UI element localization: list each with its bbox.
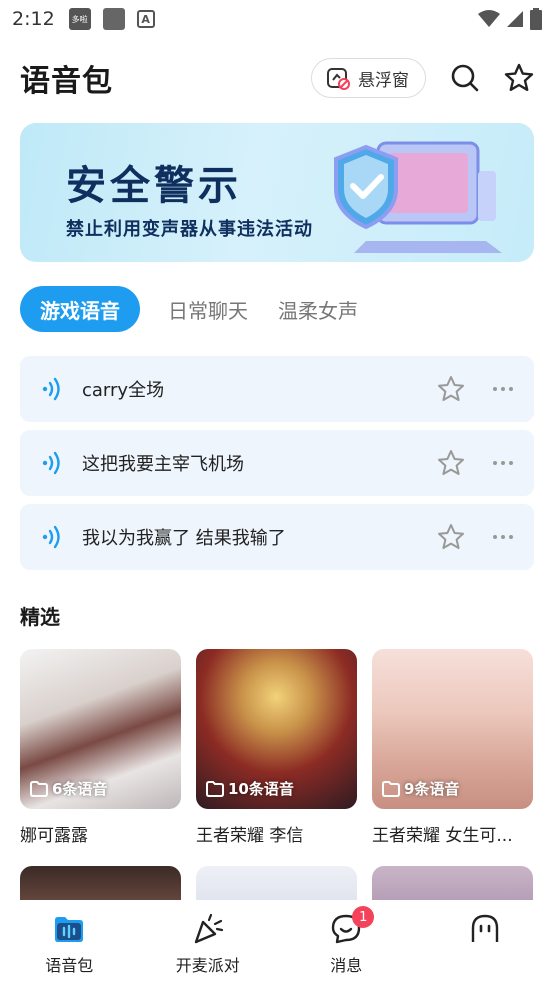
profile-icon <box>471 914 498 942</box>
card-cover-image: 9条语音 <box>372 649 533 809</box>
featured-grid: 6条语音 娜可露露 10条语音 王者荣耀 李信 9条语音 王者荣耀 女生可... <box>20 649 534 846</box>
more-dots-icon[interactable] <box>492 533 514 541</box>
status-bar: 2:12 多啦 A <box>0 0 554 38</box>
voice-count: 9条语音 <box>382 778 459 799</box>
star-icon <box>504 63 534 91</box>
voice-title: carry全场 <box>82 380 165 401</box>
voice-count-label: 9条语音 <box>404 780 460 798</box>
featured-section-title: 精选 <box>20 605 60 629</box>
safety-banner[interactable]: 安全警示 禁止利用变声器从事违法活动 <box>20 123 534 262</box>
party-icon <box>194 913 223 944</box>
folder-icon <box>30 780 48 797</box>
floating-window-label: 悬浮窗 <box>358 70 409 91</box>
voice-count: 6条语音 <box>30 778 107 799</box>
sound-wave-icon <box>42 377 60 401</box>
tabbar-label: 消息 <box>330 956 363 975</box>
tabbar-voice-pack[interactable]: 语音包 <box>0 900 139 984</box>
card-title: 王者荣耀 李信 <box>196 826 304 846</box>
card-title: 王者荣耀 女生可... <box>372 826 513 846</box>
unread-badge: 1 <box>352 906 375 928</box>
more-dots-icon[interactable] <box>492 459 514 467</box>
app-header: 语音包 悬浮窗 <box>0 52 554 104</box>
favorite-star-icon[interactable] <box>436 448 466 478</box>
battery-icon <box>530 8 542 30</box>
card-cover-image: 10条语音 <box>196 649 357 809</box>
sound-wave-icon <box>42 451 60 475</box>
search-icon <box>451 64 479 92</box>
card-title: 娜可露露 <box>20 826 88 846</box>
favorites-button[interactable] <box>504 63 534 93</box>
wifi-icon <box>478 10 500 27</box>
favorite-star-icon[interactable] <box>436 374 466 404</box>
voice-list: carry全场 这把我要主宰飞机场 我以为我赢了 结果我输了 <box>20 356 534 578</box>
floating-window-icon <box>327 68 350 90</box>
voice-item[interactable]: 这把我要主宰飞机场 <box>20 430 534 496</box>
sound-wave-icon <box>42 525 60 549</box>
card-cover-image: 6条语音 <box>20 649 181 809</box>
search-button[interactable] <box>450 63 480 93</box>
voice-item[interactable]: 我以为我赢了 结果我输了 <box>20 504 534 570</box>
banner-subtitle: 禁止利用变声器从事违法活动 <box>66 219 313 240</box>
favorite-star-icon[interactable] <box>436 522 466 552</box>
voice-pack-icon <box>55 917 84 942</box>
folder-icon <box>206 780 224 797</box>
tabbar-label: 语音包 <box>45 956 94 975</box>
status-time: 2:12 <box>12 8 55 30</box>
tabbar-party[interactable]: 开麦派对 <box>139 900 278 984</box>
tabbar-messages[interactable]: 1 消息 <box>277 900 416 984</box>
tab-gentle-female[interactable]: 温柔女声 <box>276 286 360 332</box>
status-right <box>478 8 542 30</box>
header-actions: 悬浮窗 <box>311 58 534 98</box>
page-title: 语音包 <box>20 64 113 99</box>
banner-title: 安全警示 <box>66 163 242 209</box>
floating-window-button[interactable]: 悬浮窗 <box>311 58 426 98</box>
folder-icon <box>382 780 400 797</box>
voice-count-label: 6条语音 <box>52 780 108 798</box>
tabbar-profile[interactable] <box>416 900 554 984</box>
tab-daily-chat[interactable]: 日常聊天 <box>166 286 250 332</box>
voice-item[interactable]: carry全场 <box>20 356 534 422</box>
signal-icon <box>507 11 523 27</box>
featured-card[interactable]: 9条语音 王者荣耀 女生可... <box>372 649 533 846</box>
app-notification-icon: 多啦 <box>68 8 91 30</box>
voice-title: 我以为我赢了 结果我输了 <box>82 528 286 549</box>
more-dots-icon[interactable] <box>492 385 514 393</box>
tabbar-label: 开麦派对 <box>175 956 240 975</box>
a-notification-icon: A <box>136 10 155 28</box>
voice-count-label: 10条语音 <box>228 780 294 798</box>
category-tabs: 游戏语音 日常聊天 温柔女声 <box>20 286 360 332</box>
notification-square-icon <box>102 8 125 30</box>
featured-card[interactable]: 10条语音 王者荣耀 李信 <box>196 649 357 846</box>
featured-card[interactable]: 6条语音 娜可露露 <box>20 649 181 846</box>
tab-game-voice[interactable]: 游戏语音 <box>20 286 140 332</box>
shield-laptop-illustration <box>334 141 502 253</box>
voice-count: 10条语音 <box>206 778 294 799</box>
voice-title: 这把我要主宰飞机场 <box>82 454 244 475</box>
bottom-tab-bar: 语音包 开麦派对 1 消息 <box>0 900 554 984</box>
